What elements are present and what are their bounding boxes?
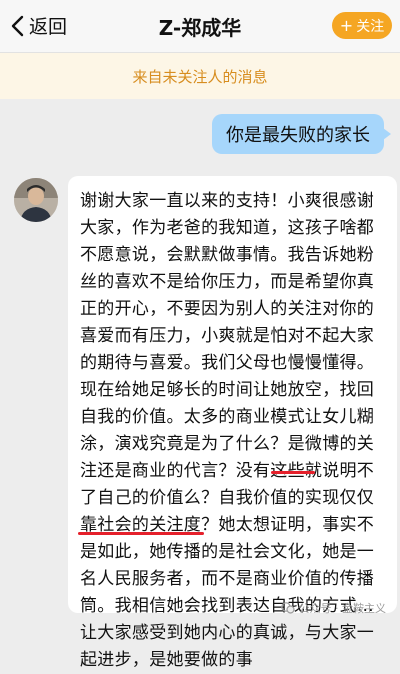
highlight-underline xyxy=(271,471,315,474)
sender-avatar[interactable] xyxy=(14,178,58,222)
plus-icon: + xyxy=(339,15,354,35)
follow-label: 关注 xyxy=(356,18,385,35)
watermark-text: 公众号 · 金鞍主义 xyxy=(298,602,387,615)
watermark: 公众号 · 金鞍主义 xyxy=(280,600,387,616)
incoming-message-bubble[interactable]: 谢谢大家一直以来的支持！小爽很感谢大家，作为老爸的我知道，这孩子啥都不愿意说，会… xyxy=(68,176,397,670)
outgoing-message-bubble[interactable]: 你是最失败的家长 xyxy=(212,114,391,154)
wechat-icon xyxy=(280,602,295,614)
outgoing-message-text: 你是最失败的家长 xyxy=(226,125,370,146)
highlight-underline xyxy=(78,532,204,535)
stranger-message-notice: 来自未关注人的消息 xyxy=(0,53,400,99)
message-text-before: 谢谢大家一直以来的支持！小爽很感谢大家，作为老爸的我知道，这孩子啥都不愿意说，会… xyxy=(80,191,375,562)
follow-button[interactable]: + 关注 xyxy=(332,12,392,39)
top-nav-bar: 返回 Z-郑成华 + 关注 xyxy=(0,0,400,53)
avatar-image xyxy=(14,178,58,222)
